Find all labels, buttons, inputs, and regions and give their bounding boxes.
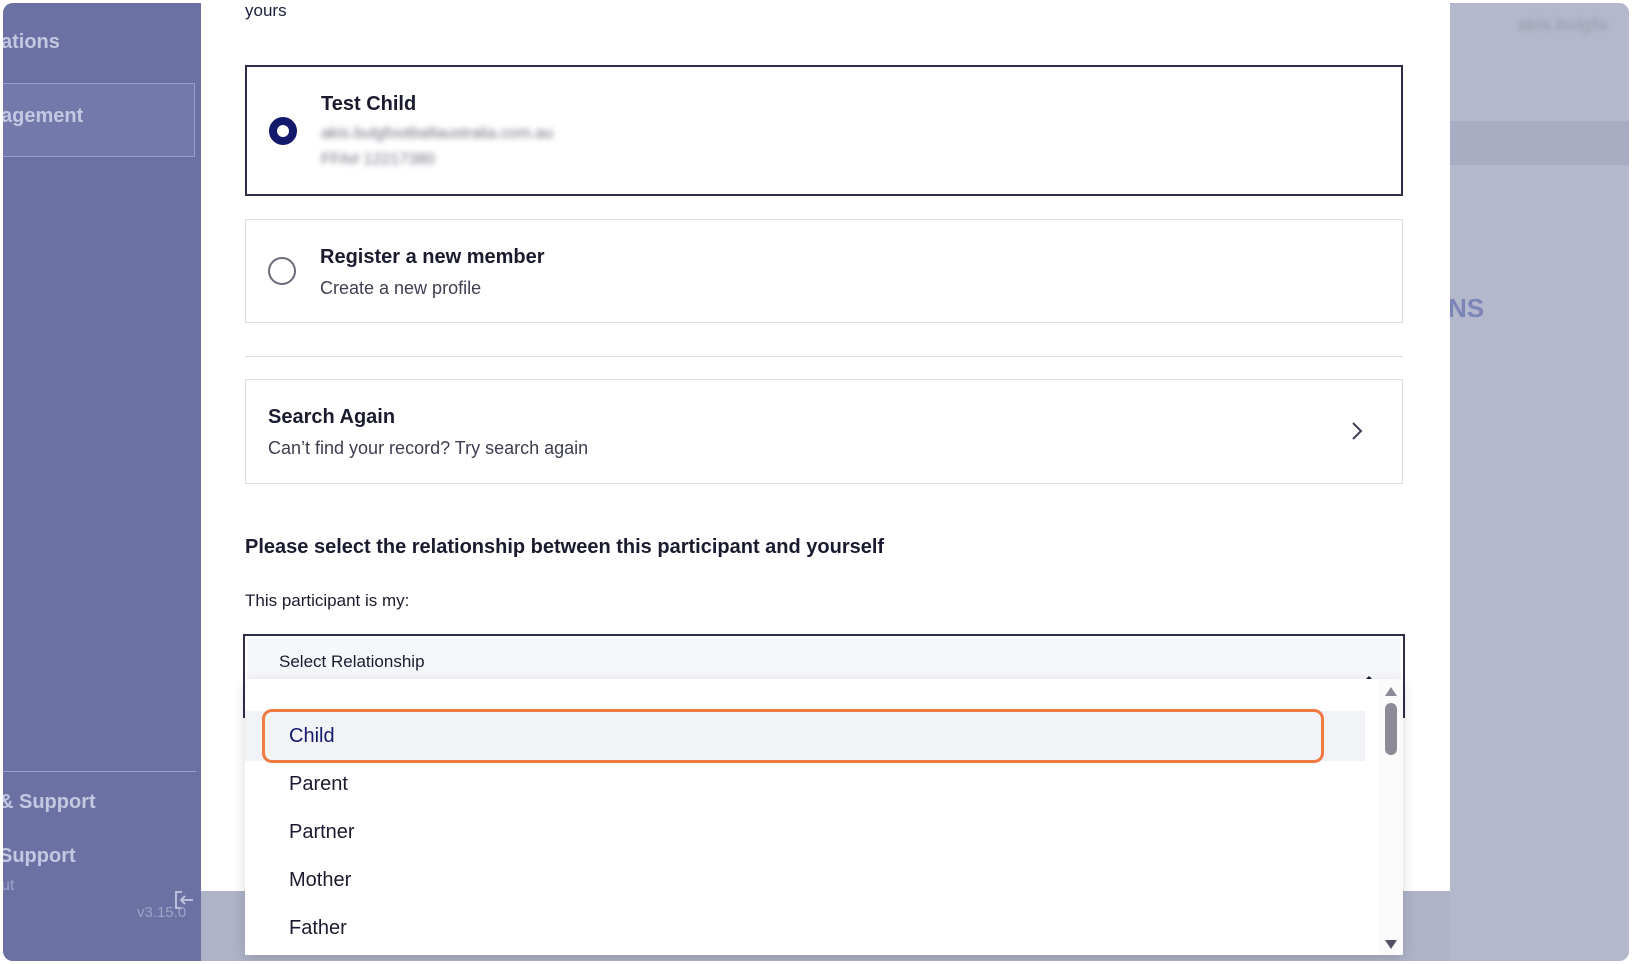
register-title: Register a new member [320,246,545,268]
background-band [1450,121,1629,165]
sidebar-item-logout[interactable]: ut [3,877,14,895]
sidebar-item-label[interactable]: ations [3,31,60,54]
register-subtitle: Create a new profile [320,278,482,298]
chevron-right-icon [1352,422,1363,440]
select-placeholder: Select Relationship [279,652,425,671]
search-again-card[interactable]: Search Again Can’t find your record? Try… [245,379,1403,484]
search-again-subtitle: Can’t find your record? Try search again [268,438,589,458]
select-header[interactable]: Select Relationship [247,638,1401,682]
member-name: Test Child [321,93,417,115]
sidebar-item-label[interactable]: agement [3,105,83,128]
member-email: akis.bulgfootballaustralia.com.au [321,125,554,142]
divider [245,356,1403,357]
radio-selected[interactable] [269,117,297,145]
scroll-down-arrow-icon[interactable] [1385,940,1397,949]
highlight-outline [262,709,1324,763]
app-window: ations agement & Support Support ut v3.1… [3,3,1629,961]
relationship-dropdown: Child Parent Partner Mother Father [245,679,1403,955]
sidebar-item-help-support[interactable]: & Support [3,791,96,814]
option-father[interactable]: Father [245,903,1365,953]
version-label: v3.15.0 [137,904,187,921]
sidebar-item-support[interactable]: Support [3,845,76,868]
scroll-up-arrow-icon[interactable] [1385,687,1397,696]
member-id: FFA# 12217380 [321,151,435,168]
intro-text: yours [245,3,287,20]
register-new-member-card[interactable]: Register a new member Create a new profi… [245,219,1403,323]
sidebar: ations agement & Support Support ut v3.1… [3,3,201,961]
option-partner[interactable]: Partner [245,807,1365,857]
dropdown-scrollbar[interactable] [1379,679,1403,955]
relationship-heading: Please select the relationship between t… [245,536,885,558]
member-card-test-child[interactable]: Test Child akis.bulgfootballaustralia.co… [245,65,1403,196]
user-name: akis.bulgfo [1518,15,1608,34]
scroll-thumb[interactable] [1385,703,1397,755]
relationship-label: This participant is my: [245,591,410,610]
sidebar-divider [3,771,196,772]
option-mother[interactable]: Mother [245,855,1365,905]
radio-unselected[interactable] [268,257,296,285]
option-parent[interactable]: Parent [245,759,1365,809]
search-again-title: Search Again [268,406,396,428]
background-section-heading: NS [1448,293,1485,323]
